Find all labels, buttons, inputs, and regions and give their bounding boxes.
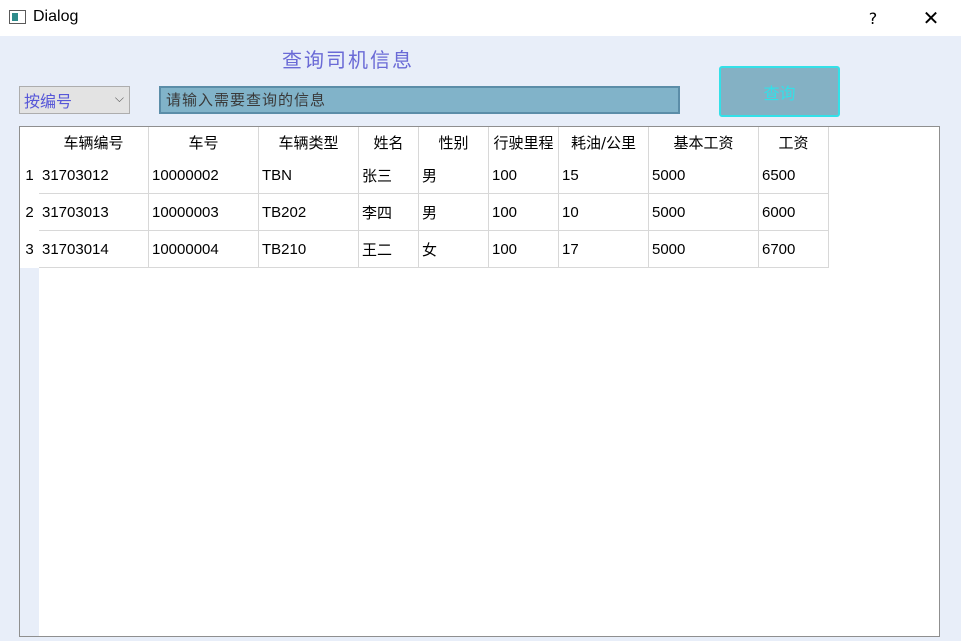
- column-header[interactable]: 车号: [149, 127, 259, 157]
- table-cell[interactable]: TBN: [259, 157, 359, 194]
- search-input[interactable]: [159, 86, 680, 114]
- window-title: Dialog: [33, 8, 79, 25]
- table-cell[interactable]: 100: [489, 194, 559, 231]
- table-cell[interactable]: 10000003: [149, 194, 259, 231]
- table-cell[interactable]: 100: [489, 231, 559, 268]
- table-cell[interactable]: TB210: [259, 231, 359, 268]
- table-cell[interactable]: 张三: [359, 157, 419, 194]
- table-cell[interactable]: 5000: [649, 194, 759, 231]
- table-corner: [20, 127, 39, 157]
- table-cell[interactable]: 10000004: [149, 231, 259, 268]
- column-header[interactable]: 行驶里程: [489, 127, 559, 157]
- table-cell[interactable]: 男: [419, 157, 489, 194]
- help-button[interactable]: ?: [850, 0, 896, 36]
- column-header[interactable]: 基本工资: [649, 127, 759, 157]
- row-number[interactable]: 3: [20, 231, 39, 268]
- column-header[interactable]: 车辆类型: [259, 127, 359, 157]
- page-title: 查询司机信息: [282, 48, 414, 72]
- table-cell[interactable]: 10000002: [149, 157, 259, 194]
- column-header[interactable]: 姓名: [359, 127, 419, 157]
- search-type-value: 按编号: [24, 92, 73, 111]
- column-header[interactable]: 工资: [759, 127, 829, 157]
- title-bar: Dialog ? ✕: [0, 0, 961, 36]
- row-number[interactable]: 1: [20, 157, 39, 194]
- table-cell[interactable]: 王二: [359, 231, 419, 268]
- dialog-window: Dialog ? ✕ 查询司机信息 按编号 ⌵ 查询 车辆编号车号车辆类型姓名性…: [0, 0, 961, 641]
- table-cell[interactable]: 31703012: [39, 157, 149, 194]
- close-button[interactable]: ✕: [908, 0, 954, 36]
- table-cell[interactable]: 男: [419, 194, 489, 231]
- table-cell[interactable]: 李四: [359, 194, 419, 231]
- column-header[interactable]: 性别: [419, 127, 489, 157]
- table-cell[interactable]: 5000: [649, 231, 759, 268]
- app-icon: [9, 10, 26, 24]
- search-type-select[interactable]: 按编号 ⌵: [19, 86, 130, 114]
- row-number[interactable]: 2: [20, 194, 39, 231]
- query-button[interactable]: 查询: [719, 66, 840, 117]
- table-cell[interactable]: 6000: [759, 194, 829, 231]
- table-cell[interactable]: 女: [419, 231, 489, 268]
- column-header[interactable]: 耗油/公里: [559, 127, 649, 157]
- table-cell[interactable]: 6700: [759, 231, 829, 268]
- table-cell[interactable]: 10: [559, 194, 649, 231]
- table-cell[interactable]: TB202: [259, 194, 359, 231]
- table-cell[interactable]: 17: [559, 231, 649, 268]
- table-cell[interactable]: 100: [489, 157, 559, 194]
- table-cell[interactable]: 31703014: [39, 231, 149, 268]
- table-cell[interactable]: 5000: [649, 157, 759, 194]
- column-header[interactable]: 车辆编号: [39, 127, 149, 157]
- chevron-down-icon: ⌵: [114, 91, 124, 105]
- table-cell[interactable]: 15: [559, 157, 649, 194]
- table-cell[interactable]: 6500: [759, 157, 829, 194]
- table-cell[interactable]: 31703013: [39, 194, 149, 231]
- driver-table[interactable]: 车辆编号 车号 车辆类型 姓名 性别 行驶里程 耗油/公里 基本工资 工资 1 31703012 10…: [19, 126, 940, 637]
